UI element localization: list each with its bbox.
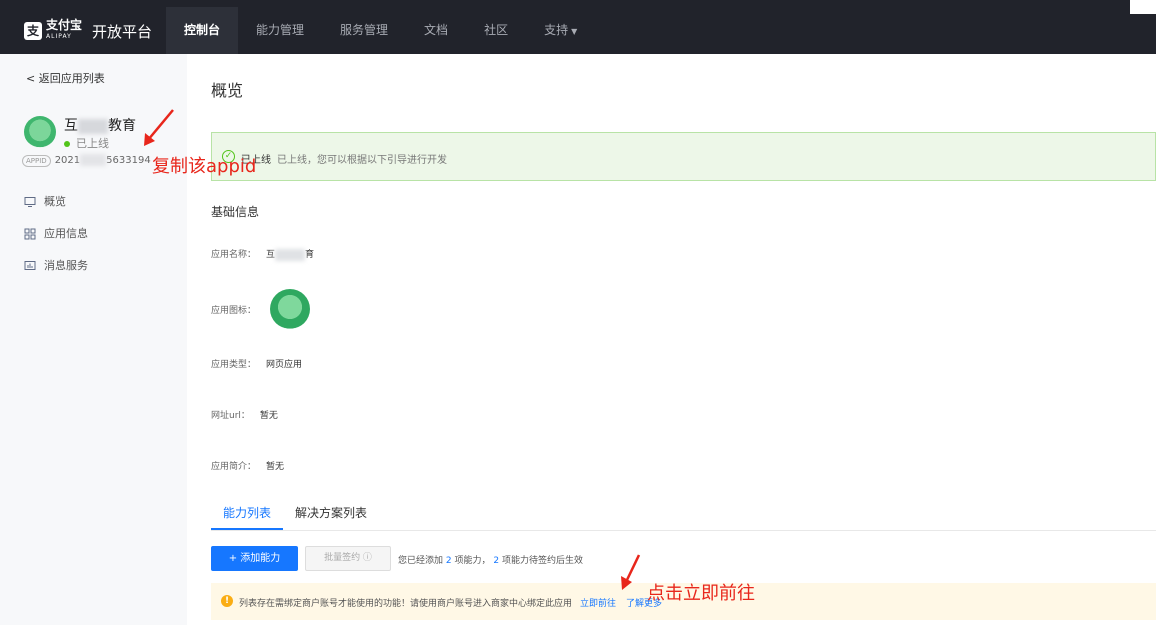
nav-community[interactable]: 社区 bbox=[466, 7, 526, 54]
field-app-intro: 应用简介： 暂无 bbox=[211, 459, 284, 472]
field-value: 网页应用 bbox=[266, 360, 303, 370]
ability-text-3: 项能力待签约后生效 bbox=[502, 556, 584, 566]
warning-message: 列表存在需绑定商户账号才能使用的功能！请使用商户账号进入商家中心绑定此应用 bbox=[239, 599, 573, 609]
nav-console[interactable]: 控制台 bbox=[166, 7, 239, 54]
field-label: 应用简介： bbox=[211, 462, 257, 472]
side-menu: 概览 应用信息 消息服务 bbox=[24, 194, 88, 290]
appid-badge: APPID bbox=[22, 155, 51, 167]
field-app-type: 应用类型： 网页应用 bbox=[211, 357, 302, 370]
ability-text-1: 您已经添加 bbox=[398, 556, 444, 566]
field-value: 暂无 bbox=[259, 411, 278, 421]
warning-text: 列表存在需绑定商户账号才能使用的功能！请使用商户账号进入商家中心绑定此应用 立即前… bbox=[239, 596, 662, 609]
nav-capability-management[interactable]: 能力管理 bbox=[238, 7, 322, 54]
nav-support-label: 支持 bbox=[544, 23, 569, 37]
section-title-basic-info: 基础信息 bbox=[211, 205, 260, 219]
side-item-message-service[interactable]: 消息服务 bbox=[24, 258, 88, 290]
field-url: 网址url： 暂无 bbox=[211, 408, 278, 421]
app-status: 已上线 bbox=[64, 135, 109, 151]
ability-pending-count: 2 bbox=[493, 556, 500, 566]
tabs: 能力列表 解决方案列表 bbox=[211, 504, 379, 530]
app-name-value-prefix: 互 bbox=[266, 250, 276, 260]
success-description: 已上线，您可以根据以下引导进行开发 bbox=[277, 155, 447, 166]
monitor-icon bbox=[24, 196, 36, 208]
annotation-arrow-icon bbox=[144, 109, 174, 146]
app-name-suffix: 教育 bbox=[108, 118, 136, 134]
app-name-value-suffix: 育 bbox=[305, 250, 315, 260]
alipay-logo-icon: 支 bbox=[24, 22, 42, 40]
side-item-app-info[interactable]: 应用信息 bbox=[24, 226, 88, 258]
logo-brand-cn: 支付宝 bbox=[46, 18, 83, 32]
add-ability-button[interactable]: + 添加能力 bbox=[211, 546, 298, 571]
nav-docs[interactable]: 文档 bbox=[406, 7, 466, 54]
status-dot-icon bbox=[64, 141, 70, 147]
field-label: 应用类型： bbox=[211, 360, 257, 370]
appid-prefix: 2021 bbox=[54, 155, 81, 166]
field-label: 应用名称： bbox=[211, 250, 257, 261]
side-item-label: 应用信息 bbox=[44, 227, 88, 240]
warning-icon: ! bbox=[221, 595, 233, 607]
main-content: 概览 ✓ 已上线 已上线，您可以根据以下引导进行开发 基础信息 应用名称： 互育… bbox=[187, 54, 1156, 625]
ability-added-count: 2 bbox=[445, 556, 452, 566]
appid-row[interactable]: APPID 2021 5633194 bbox=[22, 154, 151, 167]
side-item-overview[interactable]: 概览 bbox=[24, 194, 88, 226]
side-item-label: 消息服务 bbox=[44, 259, 88, 272]
app-name-prefix: 互 bbox=[64, 118, 78, 134]
success-alert: ✓ 已上线 已上线，您可以根据以下引导进行开发 bbox=[211, 132, 1156, 181]
redacted-blur bbox=[78, 118, 108, 134]
ability-summary: 您已经添加 2 项能力， 2 项能力待签约后生效 bbox=[398, 553, 583, 566]
field-value: 互育 bbox=[266, 247, 314, 261]
logo-brand: 支付宝 ALIPAY bbox=[46, 19, 82, 43]
annotation-click-go: 点击立即前往 bbox=[647, 583, 755, 604]
grid-icon bbox=[24, 228, 36, 240]
nav-service-management[interactable]: 服务管理 bbox=[322, 7, 406, 54]
back-to-app-list-link[interactable]: < 返回应用列表 bbox=[26, 70, 105, 86]
chart-icon bbox=[24, 260, 36, 272]
alipay-logo[interactable]: 支 支付宝 ALIPAY 开放平台 bbox=[24, 19, 152, 43]
app-icon-image bbox=[270, 289, 311, 329]
top-navbar: 支 支付宝 ALIPAY 开放平台 控制台 能力管理 服务管理 文档 社区 支持… bbox=[0, 0, 1156, 54]
app-status-text: 已上线 bbox=[76, 137, 109, 150]
side-item-label: 概览 bbox=[44, 195, 66, 208]
nav-support[interactable]: 支持 ▼ bbox=[526, 7, 595, 54]
tab-ability-list[interactable]: 能力列表 bbox=[211, 504, 284, 530]
redacted-blur bbox=[80, 154, 107, 166]
redacted-blur bbox=[275, 248, 306, 261]
main-nav: 控制台 能力管理 服务管理 文档 社区 支持 ▼ bbox=[166, 7, 595, 54]
field-app-name: 应用名称： 互育 bbox=[211, 247, 314, 261]
field-label: 应用图标： bbox=[211, 305, 257, 316]
ability-text-2: 项能力， bbox=[454, 556, 491, 566]
app-avatar bbox=[24, 116, 56, 148]
batch-sign-button[interactable]: 批量签约 ⓘ bbox=[305, 546, 391, 571]
app-name: 互 教育 bbox=[64, 115, 136, 135]
platform-title: 开放平台 bbox=[92, 22, 153, 41]
page-title: 概览 bbox=[211, 81, 244, 100]
field-label: 网址url： bbox=[211, 411, 250, 421]
top-right-panel bbox=[1130, 0, 1156, 14]
tab-divider bbox=[211, 530, 1156, 531]
annotation-copy-appid: 复制该appid bbox=[152, 156, 257, 177]
appid-suffix: 5633194 bbox=[106, 155, 151, 166]
go-now-link[interactable]: 立即前往 bbox=[580, 599, 616, 609]
logo-brand-en: ALIPAY bbox=[46, 33, 72, 40]
caret-down-icon: ▼ bbox=[571, 27, 578, 36]
field-value: 暂无 bbox=[266, 462, 285, 472]
tab-solution-list[interactable]: 解决方案列表 bbox=[283, 504, 379, 530]
annotation-arrow-icon bbox=[621, 554, 641, 590]
field-app-icon: 应用图标： bbox=[211, 289, 311, 329]
